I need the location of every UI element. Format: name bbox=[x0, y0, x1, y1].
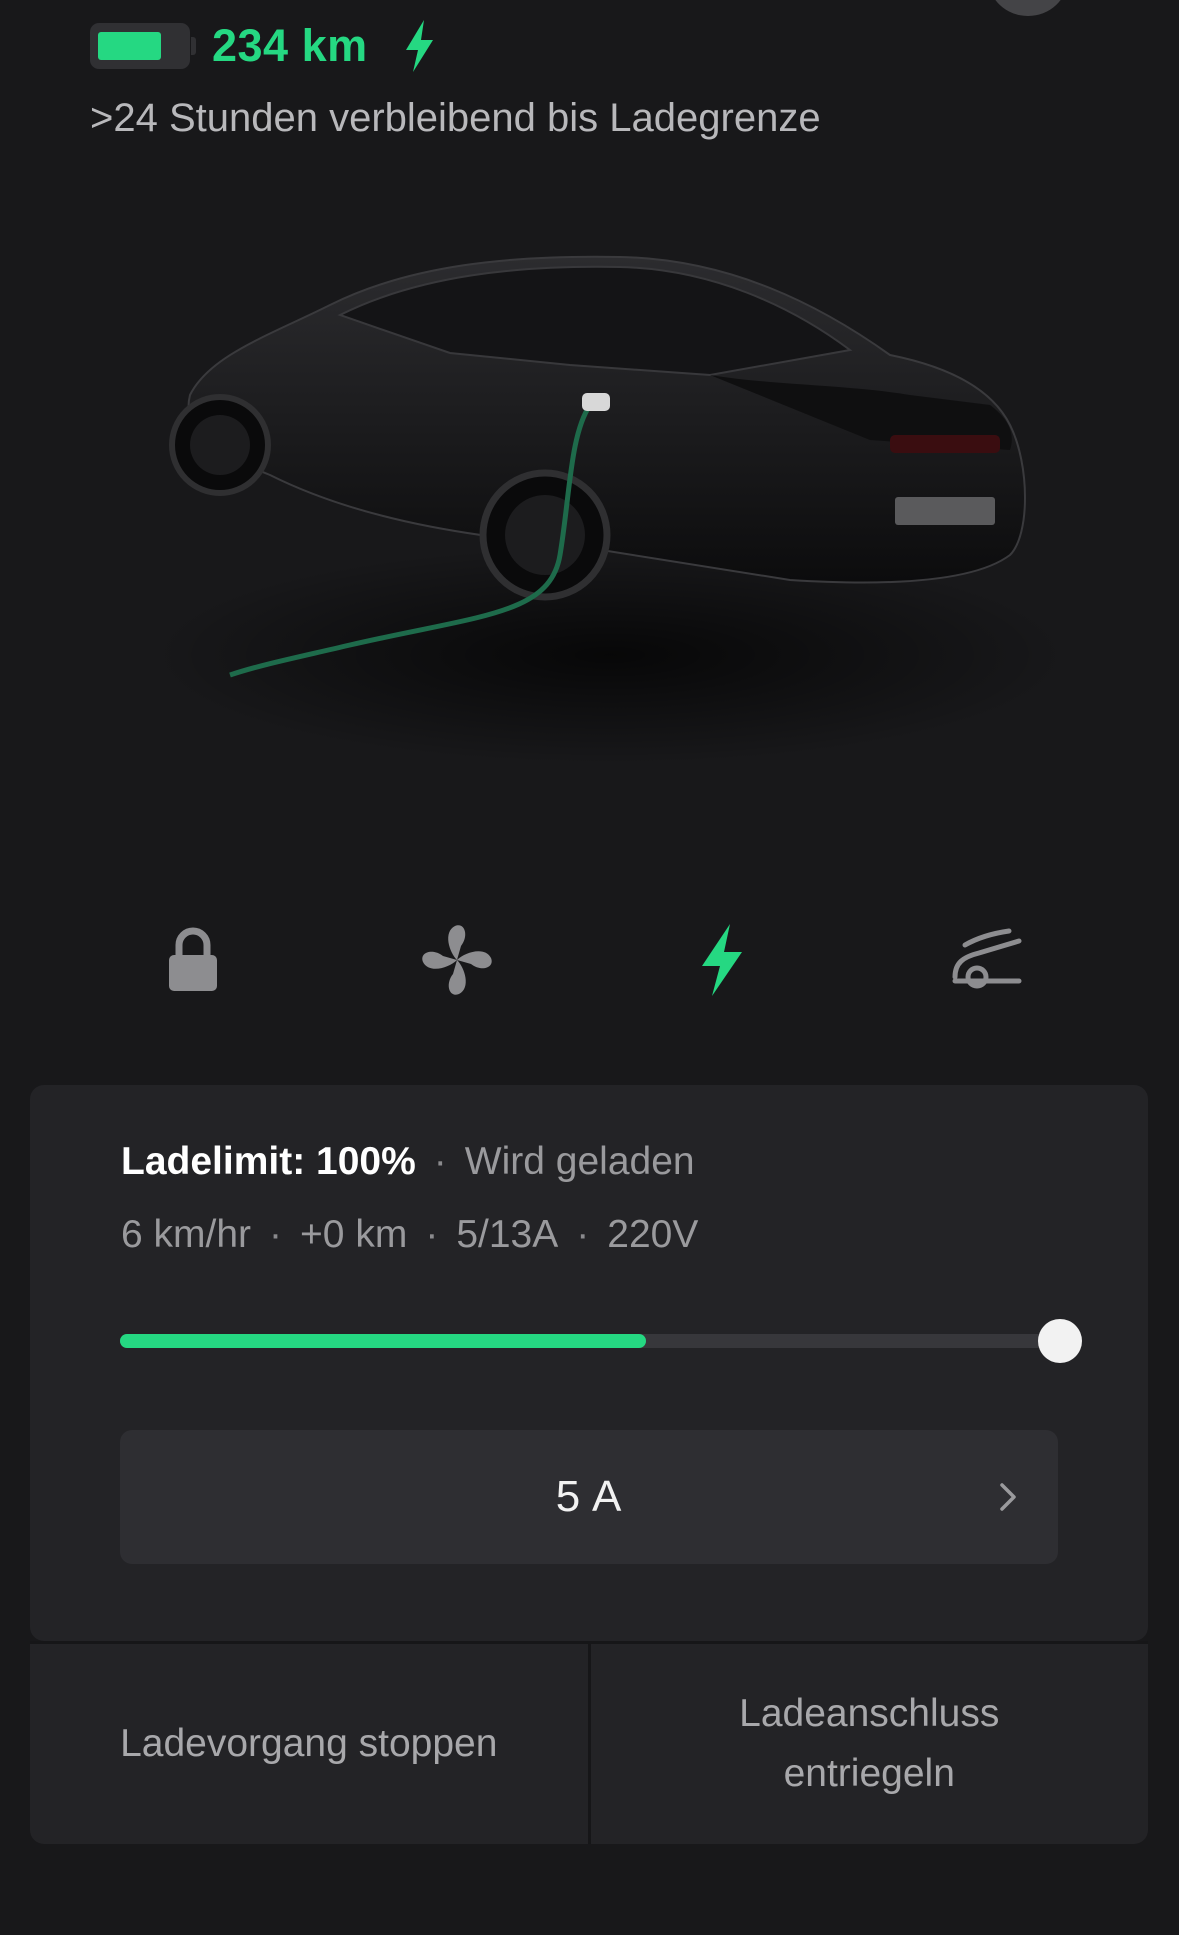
chevron-right-icon bbox=[1000, 1483, 1016, 1511]
profile-avatar[interactable] bbox=[988, 0, 1068, 16]
charge-limit-knob[interactable] bbox=[1038, 1319, 1082, 1363]
stop-charging-button[interactable]: Ladevorgang stoppen bbox=[30, 1644, 588, 1844]
charge-limit-label[interactable]: Ladelimit: 100% bbox=[121, 1140, 416, 1183]
charging-bolt-nav-icon[interactable] bbox=[677, 915, 767, 1005]
action-bar: Ladevorgang stoppen Ladeanschluss entrie… bbox=[30, 1641, 1148, 1844]
charging-state: Wird geladen bbox=[464, 1140, 695, 1183]
car-trunk-icon[interactable] bbox=[942, 915, 1032, 1005]
battery-icon bbox=[90, 23, 196, 69]
nav-icon-row bbox=[0, 915, 1179, 1005]
unlock-charge-port-label: Ladeanschluss entriegeln bbox=[739, 1692, 1000, 1795]
charging-bolt-icon bbox=[405, 20, 433, 72]
amperage-value: 5 A bbox=[555, 1472, 623, 1521]
charge-status-line: Ladelimit: 100% · Wird geladen bbox=[121, 1140, 695, 1183]
charge-stats-line: 6 km/hr · +0 km · 5/13A · 220V bbox=[121, 1213, 699, 1256]
battery-fill bbox=[98, 32, 161, 60]
charging-panel: Ladelimit: 100% · Wird geladen 6 km/hr · +0 … bbox=[30, 1085, 1148, 1641]
charge-limit-slider[interactable] bbox=[120, 1319, 1082, 1363]
lock-icon[interactable] bbox=[148, 915, 238, 1005]
range-value: 234 km bbox=[212, 20, 368, 71]
charge-current: 5/13A bbox=[456, 1213, 559, 1256]
fan-icon[interactable] bbox=[412, 915, 502, 1005]
time-remaining: >24 Stunden verbleibend bis Ladegrenze bbox=[90, 96, 821, 140]
charge-voltage: 220V bbox=[607, 1213, 699, 1256]
car-image bbox=[150, 255, 1070, 765]
unlock-charge-port-button[interactable]: Ladeanschluss entriegeln bbox=[587, 1644, 1149, 1844]
range-added: +0 km bbox=[300, 1213, 408, 1256]
status-bar: 234 km bbox=[90, 18, 436, 74]
amperage-selector[interactable]: 5 A bbox=[120, 1430, 1058, 1564]
charge-progress-fill bbox=[120, 1334, 647, 1348]
charge-rate: 6 km/hr bbox=[121, 1213, 252, 1256]
